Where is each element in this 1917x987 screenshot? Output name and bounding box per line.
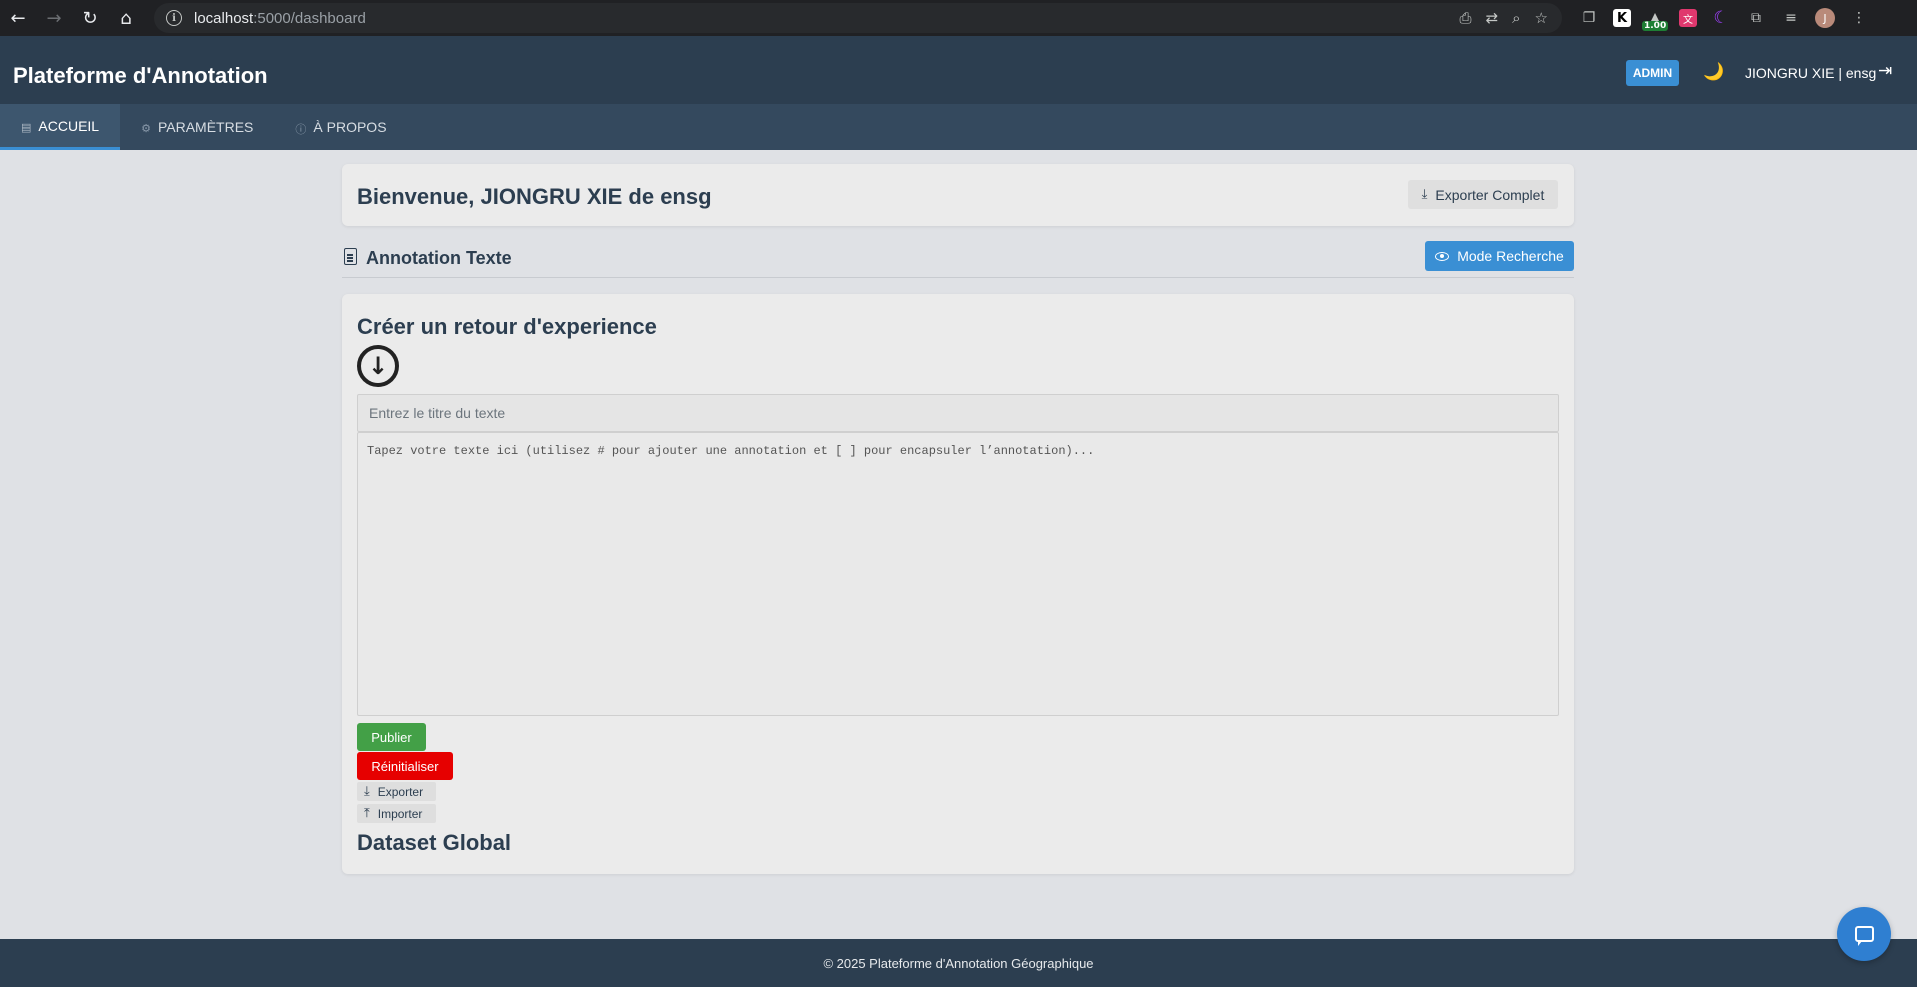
arrow-down-circle-icon[interactable]: ↓	[357, 345, 399, 387]
text-input[interactable]	[357, 432, 1559, 716]
site-info-icon[interactable]: i	[166, 10, 182, 26]
forward-icon[interactable]: →	[36, 0, 72, 36]
tab-label: ACCUEIL	[38, 117, 100, 134]
tab-accueil[interactable]: ▤ ACCUEIL	[0, 104, 121, 150]
url-host: localhost	[194, 9, 254, 27]
extension-translate-icon[interactable]: 文	[1679, 9, 1697, 27]
role-badge: ADMIN	[1626, 60, 1679, 86]
profile-avatar[interactable]: J	[1815, 8, 1835, 28]
tab-label: PARAMÈTRES	[157, 119, 254, 135]
tab-a-propos[interactable]: ⓘ À PROPOS	[274, 104, 407, 150]
theme-toggle-moon-icon[interactable]: 🌙	[1703, 62, 1724, 82]
tab-parametres[interactable]: ⚙ PARAMÈTRES	[120, 104, 274, 150]
welcome-card: Bienvenue, JIONGRU XIE de ensg ⤓ Exporte…	[342, 164, 1574, 226]
back-icon[interactable]: ←	[0, 0, 36, 36]
gear-icon: ⚙	[141, 122, 151, 135]
title-input[interactable]	[357, 394, 1559, 432]
import-label: Importer	[377, 806, 423, 821]
export-complete-label: Exporter Complet	[1435, 186, 1545, 203]
zoom-icon[interactable]: ⌕	[1512, 9, 1520, 27]
editor-title: Créer un retour d'experience	[357, 314, 657, 339]
footer-text: © 2025 Plateforme d'Annotation Géographi…	[823, 955, 1094, 971]
url-text[interactable]: localhost:5000/dashboard	[194, 10, 366, 27]
research-mode-label: Mode Recherche	[1457, 248, 1564, 264]
footer: © 2025 Plateforme d'Annotation Géographi…	[0, 939, 1917, 987]
section-title: Annotation Texte	[366, 248, 512, 268]
home-icon[interactable]: ⌂	[108, 0, 144, 36]
publish-button[interactable]: Publier	[357, 723, 426, 751]
bookmark-star-icon[interactable]: ☆	[1535, 9, 1548, 27]
chat-button[interactable]	[1837, 907, 1891, 961]
download-icon: ⤓	[364, 784, 370, 799]
install-app-icon[interactable]: ⎙	[1460, 9, 1472, 27]
upload-icon: ⤒	[364, 806, 370, 821]
reload-icon[interactable]: ↻	[72, 0, 108, 36]
browser-menu-icon[interactable]: ⋮	[1848, 7, 1870, 29]
extension-k-icon[interactable]: K	[1613, 9, 1631, 27]
browser-toolbar: ← → ↻ ⌂ i localhost:5000/dashboard ⎙ ⇄ ⌕…	[0, 0, 1917, 36]
extension-badge: 1.00	[1642, 21, 1669, 31]
document-icon: ▤	[21, 120, 32, 134]
reset-button[interactable]: Réinitialiser	[357, 752, 453, 780]
brand-title[interactable]: Plateforme d'Annotation	[13, 63, 268, 89]
extension-counter-icon[interactable]: ▲ 1.00	[1642, 7, 1669, 31]
main-nav-tabs: ▤ ACCUEIL ⚙ PARAMÈTRES ⓘ À PROPOS	[0, 104, 1917, 150]
dataset-title: Dataset Global	[357, 830, 512, 855]
research-mode-button[interactable]: Mode Recherche	[1425, 241, 1574, 271]
chat-bubble-icon	[1854, 926, 1874, 946]
translate-icon[interactable]: ⇄	[1486, 9, 1499, 27]
extension-darkmode-icon[interactable]: ☾	[1710, 7, 1732, 29]
annotation-section-header: Annotation Texte Mode Recherche	[342, 240, 1574, 278]
export-label: Exporter	[377, 784, 424, 799]
reading-list-icon[interactable]: ≡	[1780, 7, 1802, 29]
export-complete-button[interactable]: ⤓ Exporter Complet	[1408, 180, 1558, 209]
import-button[interactable]: ⤒ Importer	[357, 804, 436, 823]
url-path: :5000/dashboard	[253, 9, 366, 27]
export-button[interactable]: ⤓ Exporter	[357, 782, 436, 801]
info-icon: ⓘ	[295, 122, 307, 136]
logout-icon[interactable]: ⇥	[1878, 61, 1892, 81]
extension-copy-icon[interactable]: ❐	[1578, 7, 1600, 29]
download-icon: ⤓	[1421, 187, 1428, 202]
address-bar[interactable]: i localhost:5000/dashboard ⎙ ⇄ ⌕ ☆	[154, 3, 1562, 33]
tab-label: À PROPOS	[313, 119, 387, 135]
welcome-title: Bienvenue, JIONGRU XIE de ensg	[357, 184, 712, 209]
extensions-puzzle-icon[interactable]: ⧉	[1745, 7, 1767, 29]
user-label: JIONGRU XIE | ensg	[1745, 65, 1877, 81]
eye-icon	[1435, 251, 1450, 261]
editor-card: Créer un retour d'experience ↓ Publier R…	[342, 294, 1574, 874]
app-header: Plateforme d'Annotation ADMIN 🌙 JIONGRU …	[0, 36, 1917, 104]
document-icon	[344, 248, 357, 265]
